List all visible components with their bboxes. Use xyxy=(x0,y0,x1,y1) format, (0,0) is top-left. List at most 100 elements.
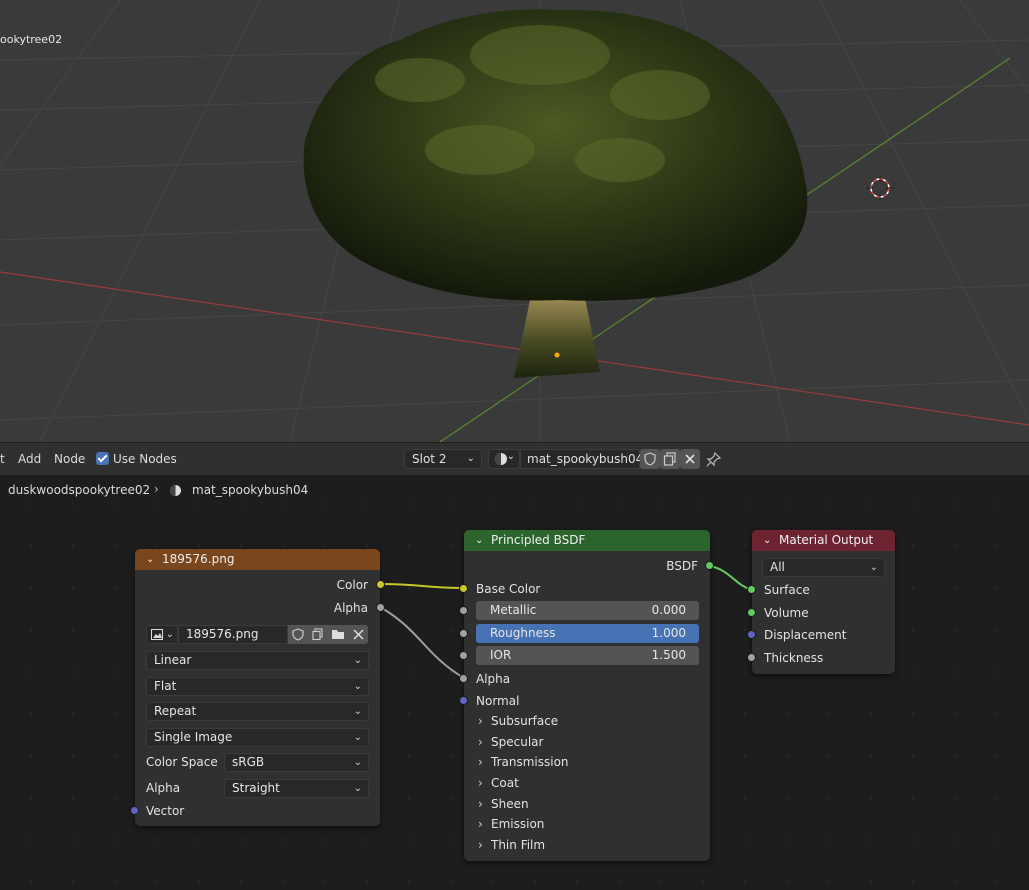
chevron-right-icon: › xyxy=(478,776,483,790)
alpha-mode-label: Alpha xyxy=(146,781,181,795)
input-base-color-socket[interactable] xyxy=(459,584,468,593)
pin-button[interactable] xyxy=(706,451,724,469)
source-dropdown[interactable]: Single Image ⌄ xyxy=(146,728,369,747)
panel-transmission[interactable]: › Transmission xyxy=(478,755,569,769)
alpha-label: Alpha xyxy=(476,672,511,686)
roughness-value: 1.000 xyxy=(651,626,686,640)
extension-dropdown[interactable]: Repeat ⌄ xyxy=(146,702,369,721)
chevron-down-icon: ⌄ xyxy=(353,655,362,666)
chevron-right-icon: › xyxy=(154,482,159,496)
copy-icon xyxy=(312,628,323,641)
color-space-dropdown[interactable]: sRGB ⌄ xyxy=(224,753,369,772)
panel-specular-label: Specular xyxy=(491,735,544,749)
image-node-header[interactable]: ⌄ 189576.png xyxy=(135,549,380,570)
image-name-field[interactable]: 189576.png xyxy=(178,625,288,644)
ior-label: IOR xyxy=(490,648,512,662)
roughness-field[interactable]: Roughness 1.000 xyxy=(476,624,699,643)
chevron-right-icon: › xyxy=(478,838,483,852)
input-ior-socket[interactable] xyxy=(459,651,468,660)
image-unlink-button[interactable] xyxy=(348,625,368,644)
object-origin xyxy=(554,352,560,358)
link-color-basecolor xyxy=(379,583,465,589)
output-node-title: Material Output xyxy=(779,533,874,547)
menu-add[interactable]: Add xyxy=(18,452,41,466)
duplicate-material-button[interactable] xyxy=(660,449,680,469)
thickness-label: Thickness xyxy=(764,651,824,665)
breadcrumb-object[interactable]: duskwoodspookytree02 xyxy=(8,483,150,497)
link-bsdf-surface xyxy=(709,565,753,591)
render-target-dropdown[interactable]: All ⌄ xyxy=(762,558,885,577)
panel-coat-label: Coat xyxy=(491,776,519,790)
use-nodes-label: Use Nodes xyxy=(113,452,177,466)
unlink-material-button[interactable] xyxy=(680,449,700,469)
projection-dropdown[interactable]: Flat ⌄ xyxy=(146,677,369,696)
use-nodes-checkbox[interactable] xyxy=(96,452,109,465)
node-canvas[interactable]: duskwoodspookytree02 › mat_spookybush04 … xyxy=(0,475,1029,890)
normal-label: Normal xyxy=(476,694,520,708)
image-icon xyxy=(151,629,163,640)
input-displacement-socket[interactable] xyxy=(747,630,756,639)
image-browse-button[interactable]: ⌄ xyxy=(146,625,178,644)
chevron-down-icon[interactable]: ⌄ xyxy=(763,530,771,551)
output-bsdf-socket[interactable] xyxy=(705,561,714,570)
slot-dropdown[interactable]: Slot 2 ⌄ xyxy=(404,449,482,469)
interpolation-dropdown[interactable]: Linear ⌄ xyxy=(146,651,369,670)
output-node-header[interactable]: ⌄ Material Output xyxy=(752,530,895,551)
output-color-socket[interactable] xyxy=(376,580,385,589)
panel-sheen[interactable]: › Sheen xyxy=(478,797,529,811)
chevron-down-icon: ⌄ xyxy=(506,451,515,462)
input-thickness-socket[interactable] xyxy=(747,653,756,662)
fake-user-button[interactable] xyxy=(640,449,660,469)
breadcrumb-material[interactable]: mat_spookybush04 xyxy=(192,483,308,497)
panel-subsurface[interactable]: › Subsurface xyxy=(478,714,558,728)
chevron-right-icon: › xyxy=(478,817,483,831)
material-output-node[interactable]: ⌄ Material Output All ⌄ Surface Volume Di… xyxy=(747,530,895,674)
surface-label: Surface xyxy=(764,583,810,597)
image-duplicate-button[interactable] xyxy=(308,625,328,644)
bsdf-node-header[interactable]: ⌄ Principled BSDF xyxy=(464,530,710,551)
panel-thin-film[interactable]: › Thin Film xyxy=(478,838,545,852)
panel-subsurface-label: Subsurface xyxy=(491,714,559,728)
ior-field[interactable]: IOR 1.500 xyxy=(476,646,699,665)
volume-label: Volume xyxy=(764,606,809,620)
base-color-label: Base Color xyxy=(476,582,541,596)
input-alpha-socket[interactable] xyxy=(459,674,468,683)
input-normal-socket[interactable] xyxy=(459,696,468,705)
panel-specular[interactable]: › Specular xyxy=(478,735,543,749)
chevron-down-icon: ⌄ xyxy=(353,732,362,743)
image-texture-node[interactable]: ⌄ 189576.png Color Alpha ⌄ 189576.png Li… xyxy=(130,549,385,826)
extension-value: Repeat xyxy=(154,704,197,718)
output-alpha-socket[interactable] xyxy=(376,603,385,612)
image-fake-user-button[interactable] xyxy=(288,625,308,644)
chevron-down-icon: ⌄ xyxy=(353,706,362,717)
input-vector-socket[interactable] xyxy=(130,806,139,815)
input-metallic-socket[interactable] xyxy=(459,606,468,615)
output-color-label: Color xyxy=(336,578,368,592)
input-volume-socket[interactable] xyxy=(747,608,756,617)
panel-emission[interactable]: › Emission xyxy=(478,817,544,831)
input-roughness-socket[interactable] xyxy=(459,629,468,638)
chevron-down-icon[interactable]: ⌄ xyxy=(146,549,154,570)
source-value: Single Image xyxy=(154,730,233,744)
principled-bsdf-node[interactable]: ⌄ Principled BSDF BSDF Base Color Metall… xyxy=(459,530,714,861)
menu-node[interactable]: Node xyxy=(54,452,85,466)
chevron-down-icon[interactable]: ⌄ xyxy=(475,530,483,551)
panel-coat[interactable]: › Coat xyxy=(478,776,519,790)
bsdf-node-title: Principled BSDF xyxy=(491,533,586,547)
image-open-button[interactable] xyxy=(328,625,348,644)
panel-sheen-label: Sheen xyxy=(491,797,529,811)
folder-icon xyxy=(332,630,344,639)
metallic-field[interactable]: Metallic 0.000 xyxy=(476,601,699,620)
shield-icon xyxy=(644,452,656,466)
menu-select[interactable]: t xyxy=(0,452,5,466)
material-browse-button[interactable]: ⌄ xyxy=(488,449,520,469)
image-node-title: 189576.png xyxy=(162,552,235,566)
render-target-value: All xyxy=(770,560,785,574)
material-name-field[interactable]: mat_spookybush04 xyxy=(520,449,643,469)
alpha-mode-dropdown[interactable]: Straight ⌄ xyxy=(224,779,369,798)
3d-viewport[interactable]: ookytree02 xyxy=(0,0,1029,442)
projection-value: Flat xyxy=(154,679,177,693)
slot-value: Slot 2 xyxy=(412,452,447,466)
color-space-label: Color Space xyxy=(146,755,218,769)
input-surface-socket[interactable] xyxy=(747,585,756,594)
